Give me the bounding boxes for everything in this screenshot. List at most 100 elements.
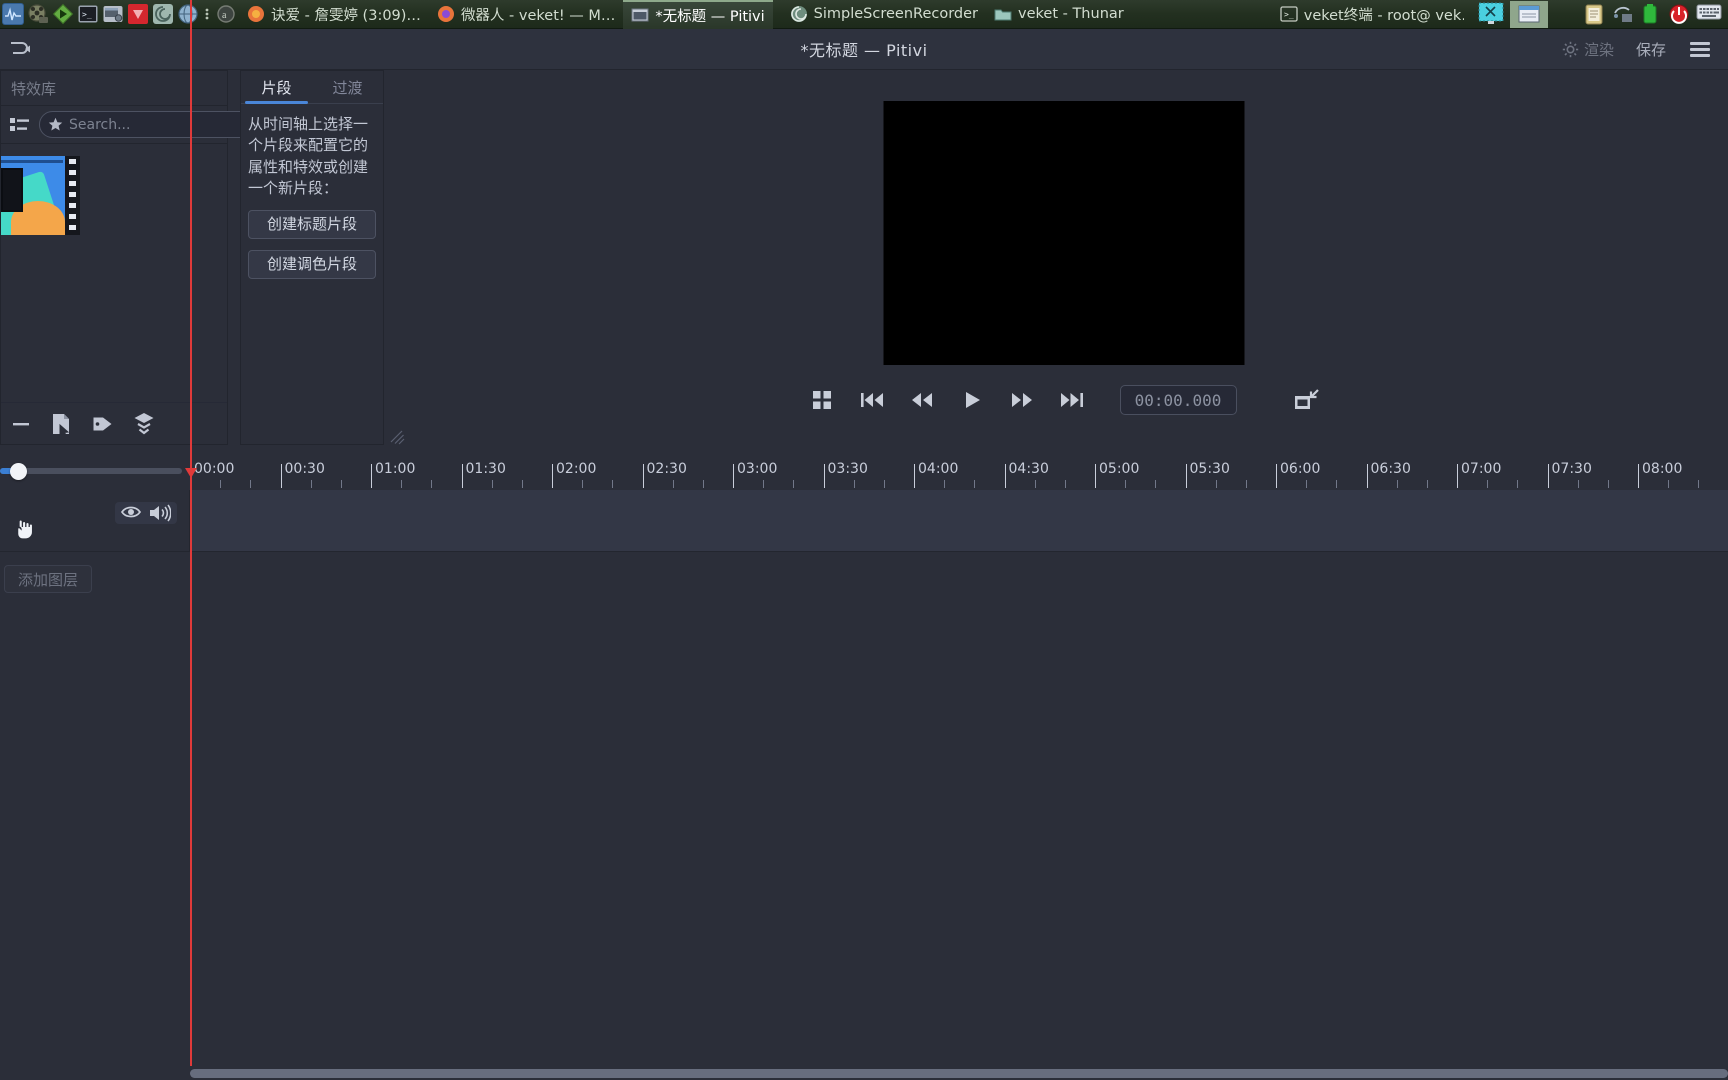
zoom-slider-handle[interactable] xyxy=(10,463,27,480)
ruler-minor-tick xyxy=(763,480,765,488)
system-taskbar[interactable]: >_ a 诀爱 - 詹雯婷 (3:09)… 微器人 - veket! — M… … xyxy=(0,0,1728,29)
window-button-scissors[interactable] xyxy=(1472,1,1510,28)
tab-clip[interactable]: 片段 xyxy=(241,71,312,104)
save-button[interactable]: 保存 xyxy=(1636,39,1666,60)
undock-viewer-button[interactable] xyxy=(1291,385,1323,415)
task-music-player[interactable]: 诀爱 - 詹雯婷 (3:09)… xyxy=(239,0,429,29)
rewind-button[interactable] xyxy=(906,385,938,415)
clip-properties-panel: 片段 过渡 从时间轴上选择一个片段来配置它的属性和特效或创建一个新片段： 创建标… xyxy=(240,70,384,445)
ruler-minor-tick xyxy=(521,480,523,488)
ruler-minor-tick xyxy=(793,480,795,488)
ruler-minor-tick xyxy=(431,480,433,488)
green-play-icon[interactable] xyxy=(52,3,74,25)
timeline-ruler[interactable]: 00:00 00:30 01:00 01:30 02:00 02:30 03:00 03:30… xyxy=(190,458,1728,488)
library-item-list[interactable] xyxy=(1,144,227,402)
timecode-display[interactable]: 00:00.000 xyxy=(1119,385,1237,415)
ruler-label: 05:30 xyxy=(1189,461,1230,477)
media-clip-thumbnail[interactable] xyxy=(1,156,80,235)
opera-circle-icon[interactable]: a xyxy=(215,3,237,25)
window-icon xyxy=(437,6,454,22)
eye-icon[interactable] xyxy=(121,504,141,522)
film-reel-icon[interactable] xyxy=(27,3,49,25)
zoom-slider-track[interactable] xyxy=(0,468,182,474)
add-layer-button[interactable]: 添加图层 xyxy=(4,565,92,593)
ruler-minor-tick xyxy=(1487,480,1489,488)
ruler-minor-tick xyxy=(340,480,342,488)
screenshot-icon[interactable] xyxy=(102,3,124,25)
clip-properties-button[interactable] xyxy=(51,413,72,435)
video-preview-surface[interactable] xyxy=(883,101,1245,365)
gear-icon xyxy=(1562,41,1579,57)
spiral-galaxy-icon[interactable] xyxy=(152,3,174,25)
ruler-minor-tick xyxy=(1245,480,1247,488)
layer-track-strip[interactable] xyxy=(191,490,1728,552)
list-view-icon[interactable] xyxy=(9,114,31,136)
ruler-label: 00:00 xyxy=(194,461,235,477)
tag-icon xyxy=(93,417,112,430)
task-label: SimpleScreenRecorder xyxy=(813,6,979,22)
task-recorder[interactable]: SimpleScreenRecorder xyxy=(782,0,986,29)
menu-dots-icon[interactable] xyxy=(202,3,212,25)
go-to-end-button[interactable] xyxy=(1056,385,1088,415)
layer-header[interactable] xyxy=(0,490,190,552)
timeline-canvas[interactable] xyxy=(191,552,1728,1080)
ruler-label: 02:30 xyxy=(646,461,687,477)
library-title: 特效库 xyxy=(1,71,227,106)
ruler-minor-tick xyxy=(491,480,493,488)
ruler-tick xyxy=(552,464,553,488)
create-title-clip-button[interactable]: 创建标题片段 xyxy=(248,210,376,240)
globe-browser-icon[interactable] xyxy=(177,3,199,25)
task-thunar[interactable]: veket - Thunar xyxy=(986,0,1132,29)
ruler-minor-tick xyxy=(944,480,946,488)
go-to-start-button[interactable] xyxy=(856,385,888,415)
ruler-minor-tick xyxy=(1698,480,1700,488)
network-icon[interactable] xyxy=(1612,3,1634,25)
grid-squares-icon xyxy=(812,391,831,409)
layer-toggle-icons xyxy=(115,502,177,524)
keyboard-icon[interactable] xyxy=(1696,3,1722,25)
ruler-tick xyxy=(733,464,734,488)
ruler-label: 02:00 xyxy=(556,461,597,477)
taskbar-tray[interactable] xyxy=(1584,3,1728,25)
tag-button[interactable] xyxy=(92,414,113,434)
ruler-minor-tick xyxy=(1034,480,1036,488)
document-cursor-icon xyxy=(53,413,70,435)
play-button[interactable] xyxy=(956,385,988,415)
task-terminal[interactable]: >_ veket终端 - root@ vek… xyxy=(1272,0,1472,29)
library-search-row xyxy=(1,106,275,144)
zoom-slider[interactable] xyxy=(0,455,190,483)
speaker-icon[interactable] xyxy=(149,504,171,522)
fast-forward-button[interactable] xyxy=(1006,385,1038,415)
render-button[interactable]: 渲染 xyxy=(1562,39,1614,60)
ruler-tick xyxy=(1638,464,1639,488)
folder-icon xyxy=(994,9,1012,21)
timeline-horizontal-scrollbar[interactable] xyxy=(190,1069,1728,1078)
taskbar-launcher-icons[interactable]: >_ a xyxy=(0,3,239,25)
transport-controls: 00:00.000 xyxy=(400,375,1728,425)
ruby-gem-icon[interactable] xyxy=(127,3,149,25)
svg-text:a: a xyxy=(222,10,227,21)
power-icon[interactable] xyxy=(1668,3,1690,25)
layers-button[interactable] xyxy=(133,412,155,436)
ruler-minor-tick xyxy=(250,480,252,488)
ruler-minor-tick xyxy=(1125,480,1127,488)
audio-wave-icon[interactable] xyxy=(2,3,24,25)
playhead-line[interactable] xyxy=(190,0,192,1066)
window-button-notepad[interactable] xyxy=(1509,0,1548,28)
search-input[interactable] xyxy=(69,116,243,133)
view-mode-button[interactable] xyxy=(806,385,838,415)
ruler-minor-tick xyxy=(310,480,312,488)
scrollbar-thumb[interactable] xyxy=(190,1069,1728,1078)
remove-clip-button[interactable] xyxy=(11,414,31,434)
ruler-label: 05:00 xyxy=(1099,461,1140,477)
playhead-marker[interactable] xyxy=(185,468,197,478)
battery-icon[interactable] xyxy=(1640,3,1662,25)
terminal-icon[interactable]: >_ xyxy=(77,3,99,25)
hamburger-menu-icon[interactable] xyxy=(1688,40,1712,59)
create-color-clip-button[interactable]: 创建调色片段 xyxy=(248,250,376,280)
clipboard-icon[interactable] xyxy=(1584,3,1606,25)
task-pitivi[interactable]: *无标题 — Pitivi xyxy=(623,0,773,29)
tab-transition[interactable]: 过渡 xyxy=(312,71,383,103)
task-browser[interactable]: 微器人 - veket! — M… xyxy=(429,0,623,29)
svg-text:>_: >_ xyxy=(82,10,92,19)
